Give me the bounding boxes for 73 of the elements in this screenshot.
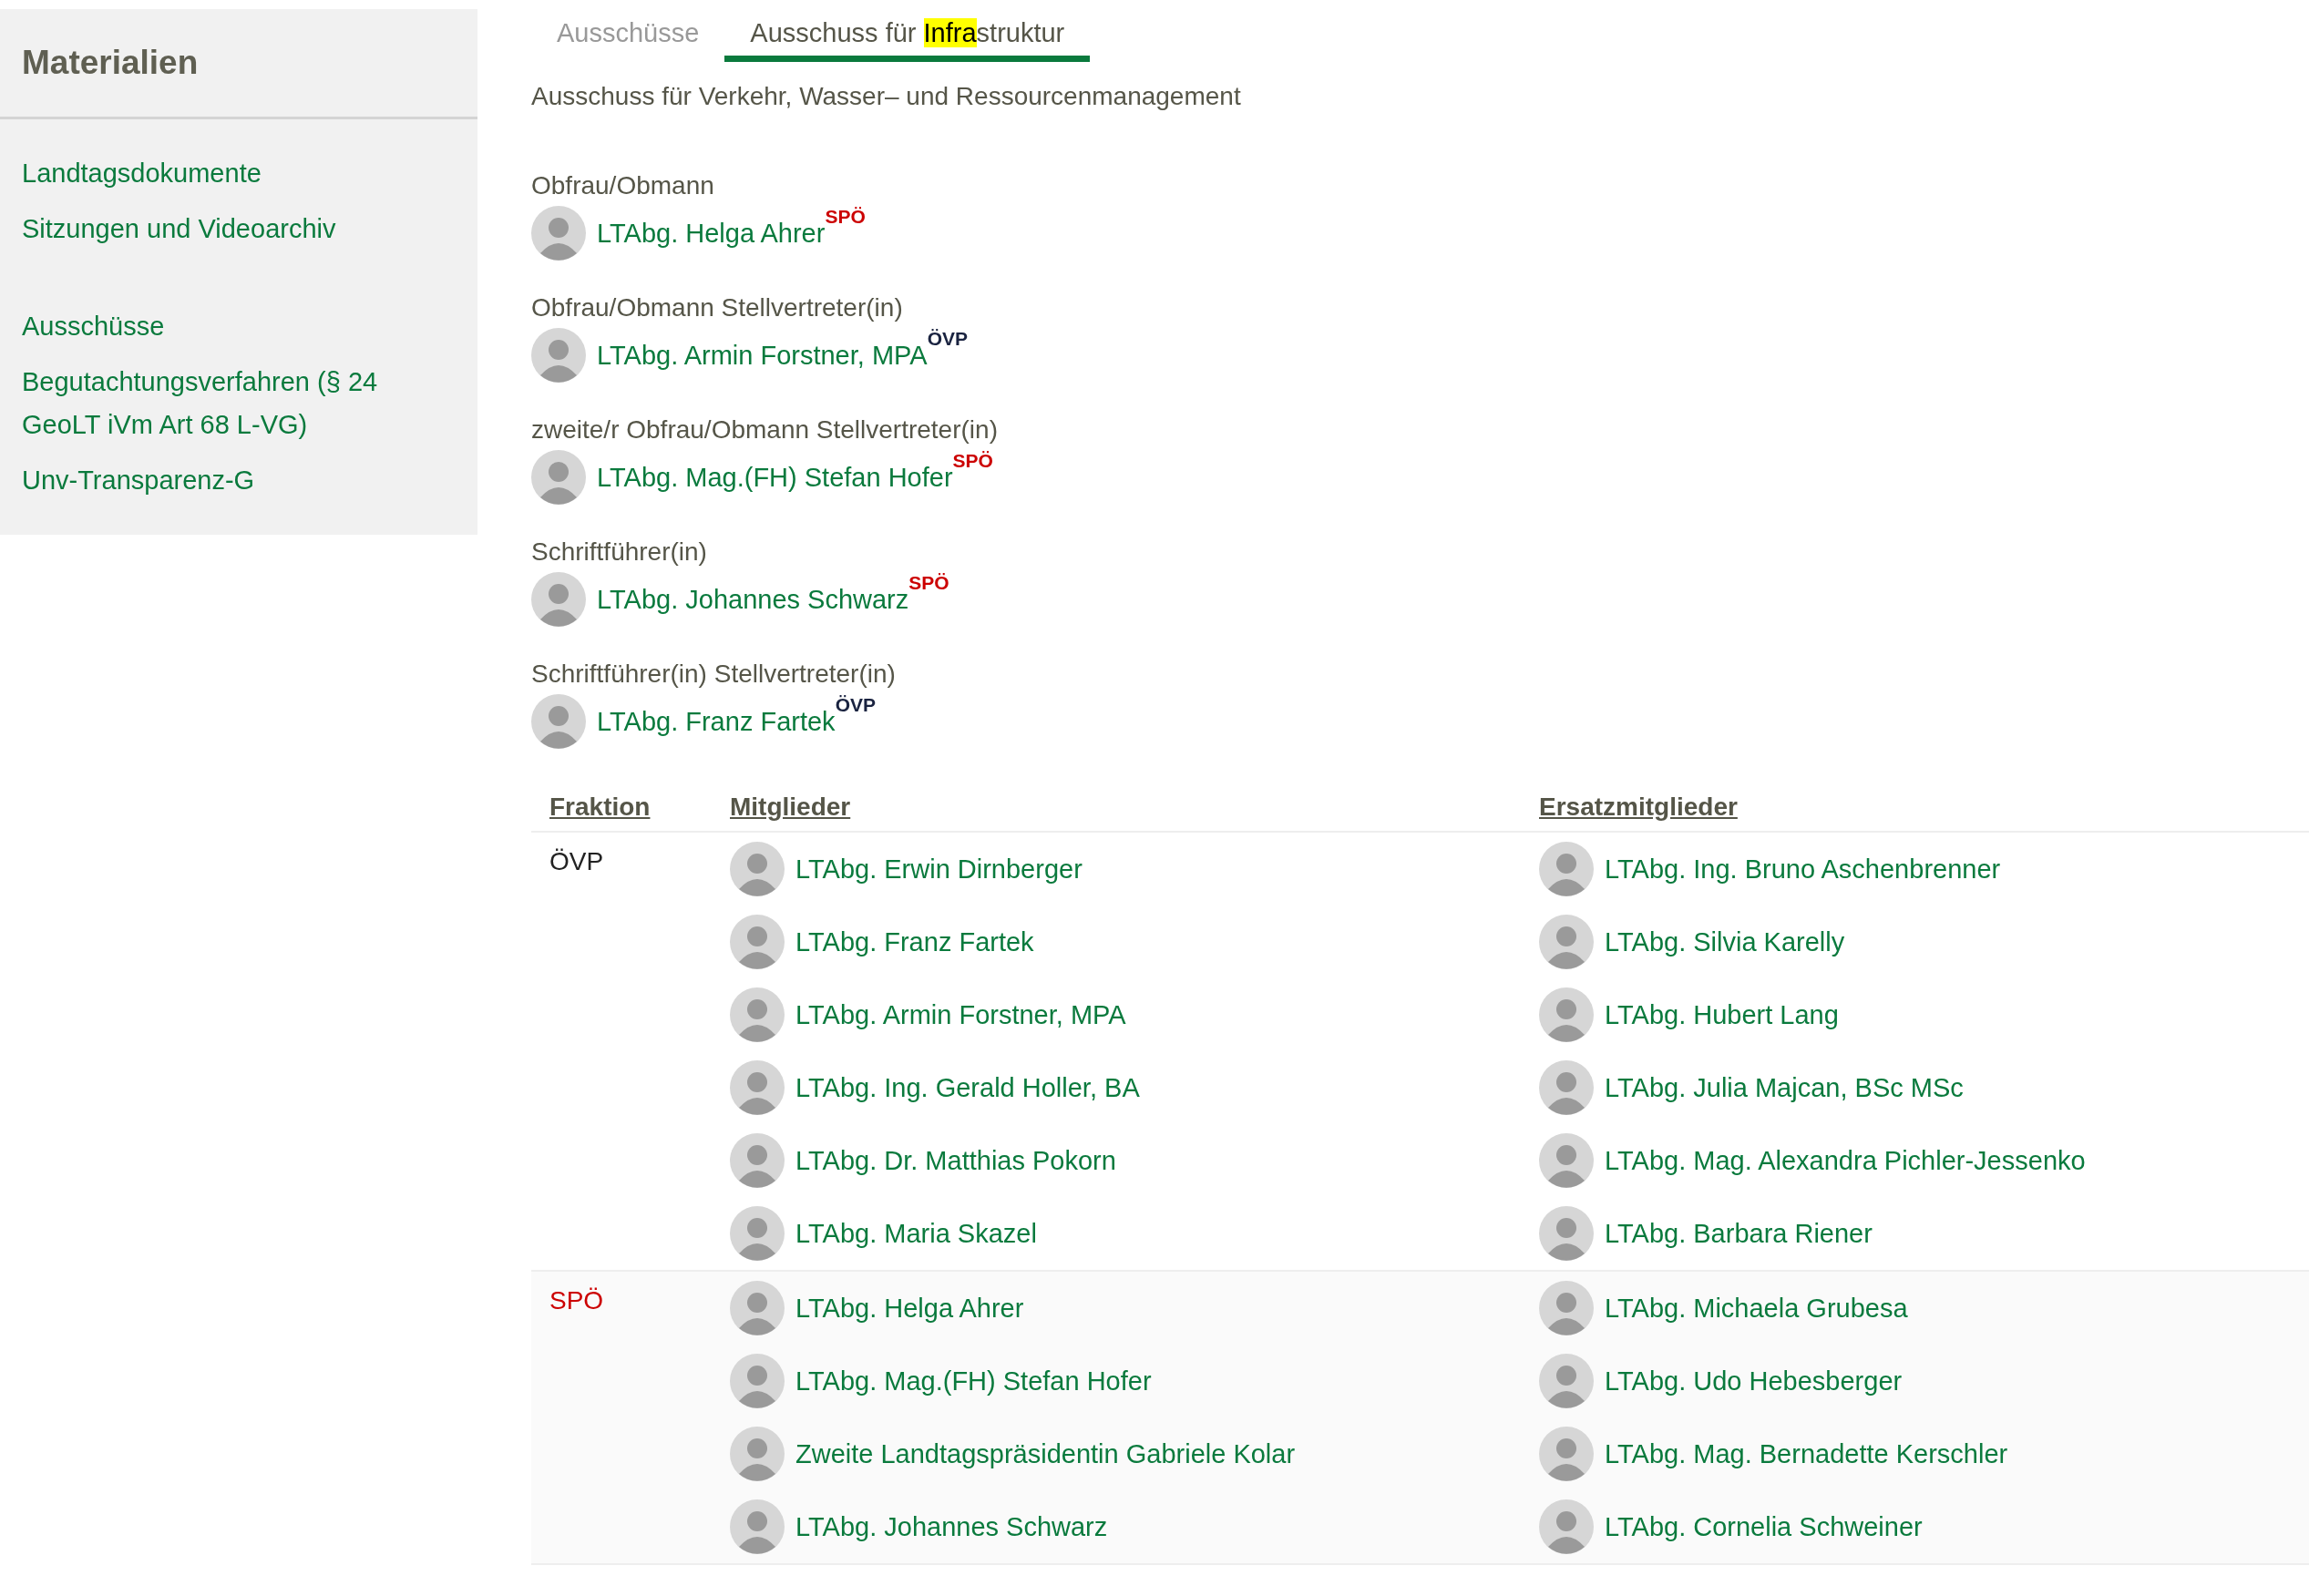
member-link[interactable]: LTAbg. Maria Skazel (795, 1218, 1037, 1249)
avatar-silhouette (1539, 1354, 1594, 1408)
party-label: ÖVP (835, 694, 876, 715)
avatar-silhouette (730, 1133, 785, 1188)
sidebar-title: Materialien (0, 9, 477, 119)
faction-label: ÖVP (549, 846, 604, 876)
member-link[interactable]: LTAbg. Dr. Matthias Pokorn (795, 1145, 1116, 1176)
party-label: SPÖ (825, 206, 866, 228)
member-link[interactable]: Zweite Landtagspräsidentin Gabriele Kolar (795, 1438, 1296, 1469)
sidebar-link[interactable]: Landtagsdokumente (22, 152, 414, 195)
avatar-silhouette (730, 1060, 785, 1115)
member-link[interactable]: LTAbg. Ing. Bruno Aschenbrenner (1605, 854, 2001, 885)
member-link[interactable]: LTAbg. Mag.(FH) Stefan Hofer (597, 462, 953, 493)
avatar-silhouette (531, 572, 586, 627)
party-label: SPÖ (908, 572, 949, 594)
avatar-silhouette (1539, 1427, 1594, 1481)
avatar-silhouette (1539, 1060, 1594, 1115)
member-link[interactable]: LTAbg. Mag. Bernadette Kerschler (1605, 1438, 2008, 1469)
member-link[interactable]: LTAbg. Ing. Gerald Holler, BA (795, 1072, 1140, 1103)
column-header[interactable]: Fraktion (549, 793, 651, 821)
member-link[interactable]: LTAbg. Johannes Schwarz (795, 1511, 1108, 1542)
party-label: SPÖ (952, 450, 993, 471)
member-link[interactable]: LTAbg. Mag.(FH) Stefan Hofer (795, 1366, 1152, 1396)
avatar-silhouette (531, 206, 586, 261)
avatar-silhouette (1539, 842, 1594, 896)
avatar-silhouette (730, 1206, 785, 1261)
avatar-silhouette (1539, 1206, 1594, 1261)
member-link[interactable]: LTAbg. Johannes Schwarz (597, 584, 909, 615)
avatar-silhouette (730, 1427, 785, 1481)
member-link[interactable]: LTAbg. Michaela Grubesa (1605, 1293, 1908, 1324)
role-label: Schriftführer(in) Stellvertreter(in) (531, 660, 897, 689)
column-header[interactable]: Ersatzmitglieder (1539, 793, 1738, 821)
avatar-silhouette (730, 1354, 785, 1408)
member-link[interactable]: LTAbg. Mag. Alexandra Pichler-Jessenko (1605, 1145, 2086, 1176)
role-label: Obfrau/Obmann (531, 171, 715, 200)
sidebar-link[interactable]: Sitzungen und Videoarchiv (22, 208, 414, 251)
avatar-silhouette (730, 1281, 785, 1335)
avatar-silhouette (1539, 1281, 1594, 1335)
avatar-silhouette (730, 842, 785, 896)
member-link[interactable]: LTAbg. Barbara Riener (1605, 1218, 1873, 1249)
avatar-silhouette (531, 450, 586, 505)
member-link[interactable]: LTAbg. Udo Hebesberger (1605, 1366, 1903, 1396)
member-link[interactable]: LTAbg. Franz Fartek (597, 706, 836, 737)
role-label: Obfrau/Obmann Stellvertreter(in) (531, 293, 904, 322)
role-label: zweite/r Obfrau/Obmann Stellvertreter(in) (531, 415, 999, 445)
member-link[interactable]: LTAbg. Helga Ahrer (795, 1293, 1024, 1324)
column-header[interactable]: Mitglieder (730, 793, 851, 821)
avatar-silhouette (1539, 1499, 1594, 1554)
role-label: Schriftführer(in) (531, 537, 708, 567)
party-label: ÖVP (927, 328, 968, 349)
member-link[interactable]: LTAbg. Helga Ahrer (597, 218, 826, 249)
member-link[interactable]: LTAbg. Julia Majcan, BSc MSc (1605, 1072, 1964, 1103)
avatar-silhouette (531, 328, 586, 383)
member-link[interactable]: LTAbg. Hubert Lang (1605, 999, 1839, 1030)
avatar-silhouette (531, 694, 586, 749)
avatar-silhouette (1539, 1133, 1594, 1188)
faction-label: SPÖ (549, 1285, 604, 1315)
avatar-silhouette (730, 915, 785, 969)
avatar-silhouette (730, 1499, 785, 1554)
member-link[interactable]: LTAbg. Silvia Karelly (1605, 926, 1845, 957)
committee-subtitle: Ausschuss für Verkehr, Wasser– und Ressourcenmanagement (531, 82, 1242, 111)
avatar-silhouette (730, 987, 785, 1042)
member-link[interactable]: LTAbg. Franz Fartek (795, 926, 1034, 957)
member-link[interactable]: LTAbg. Cornelia Schweiner (1605, 1511, 1923, 1542)
member-link[interactable]: LTAbg. Armin Forstner, MPA (795, 999, 1126, 1030)
member-link[interactable]: LTAbg. Armin Forstner, MPA (597, 340, 928, 371)
avatar-silhouette (1539, 915, 1594, 969)
sidebar-link[interactable]: Begutachtungsverfahren (§ 24 GeoLT iVm Art 68 L-VG) (22, 361, 414, 446)
avatar-silhouette (1539, 987, 1594, 1042)
sidebar-link[interactable]: Unv-Transparenz-G (22, 459, 414, 502)
member-link[interactable]: LTAbg. Erwin Dirnberger (795, 854, 1083, 885)
tab[interactable]: Ausschüsse (531, 13, 725, 62)
sidebar-link[interactable]: Ausschüsse (22, 305, 414, 348)
